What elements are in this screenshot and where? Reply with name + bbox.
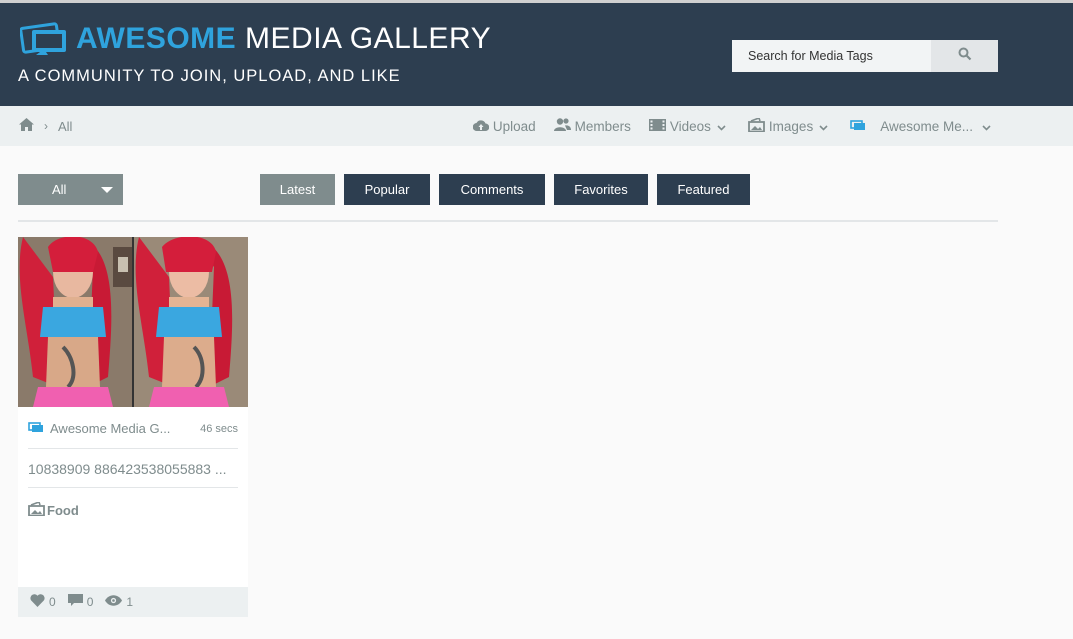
menu-item-label: Videos — [669, 118, 711, 134]
menu-item-label: Upload — [492, 118, 536, 134]
menu-item-images[interactable]: Images — [748, 116, 832, 135]
image-icon — [28, 500, 45, 519]
likes-stat[interactable]: 0 — [30, 594, 56, 610]
breadcrumb: › All — [19, 118, 72, 134]
nav-bar: › All Upload Members Videos Images Aweso… — [0, 106, 1073, 146]
site-tagline: A COMMUNITY TO JOIN, UPLOAD, AND LIKE — [18, 67, 401, 85]
chevron-down-icon — [717, 119, 730, 134]
views-count: 1 — [126, 595, 134, 609]
tab-popular[interactable]: Popular — [344, 174, 430, 205]
search-form — [732, 40, 998, 72]
logo-text: AWESOME MEDIA GALLERY — [76, 22, 491, 56]
author-name[interactable]: Awesome Media G... — [50, 421, 180, 436]
upload-age: 46 secs — [200, 422, 238, 435]
logo-icon — [850, 119, 870, 134]
site-logo[interactable]: AWESOME MEDIA GALLERY — [19, 21, 491, 57]
category-dropdown[interactable]: All — [18, 174, 123, 205]
users-icon — [553, 118, 575, 134]
image-icon — [748, 116, 769, 135]
thumbnail-photo-left — [18, 237, 132, 407]
author-avatar-icon[interactable] — [28, 420, 44, 438]
menu-item-user[interactable]: Awesome Me... — [850, 119, 995, 134]
tab-favorites[interactable]: Favorites — [554, 174, 648, 205]
comments-count: 0 — [86, 595, 94, 609]
home-icon[interactable] — [19, 118, 34, 134]
logo-word-awesome: AWESOME — [76, 22, 237, 55]
film-icon — [648, 118, 670, 134]
search-icon — [958, 47, 972, 66]
media-meta: Awesome Media G... 46 secs — [28, 419, 238, 449]
category-label: Food — [47, 503, 79, 518]
media-category[interactable]: Food — [28, 500, 79, 519]
menu-item-members[interactable]: Members — [553, 118, 631, 134]
tab-latest[interactable]: Latest — [260, 174, 335, 205]
breadcrumb-chevron-icon: › — [44, 119, 48, 133]
menu-item-upload[interactable]: Upload — [472, 118, 536, 134]
eye-icon — [105, 595, 126, 609]
chevron-down-icon — [982, 119, 995, 134]
comments-stat[interactable]: 0 — [67, 594, 94, 610]
tab-comments[interactable]: Comments — [439, 174, 545, 205]
gallery-logo-icon — [19, 21, 70, 57]
sort-tabs: Latest Popular Comments Favorites Featur… — [260, 174, 759, 205]
menu-item-videos[interactable]: Videos — [648, 118, 730, 134]
filter-bar: All Latest Popular Comments Favorites Fe… — [18, 174, 998, 222]
cloud-upload-icon — [472, 119, 493, 134]
media-stats: 0 0 1 — [18, 587, 248, 617]
caret-down-icon — [101, 187, 113, 193]
breadcrumb-current: All — [58, 118, 73, 134]
menu-item-label: Awesome Me... — [880, 118, 973, 134]
search-input[interactable] — [732, 40, 931, 72]
menu-item-label: Images — [768, 118, 814, 134]
dropdown-value: All — [52, 182, 67, 197]
views-stat: 1 — [105, 595, 133, 609]
site-header: AWESOME MEDIA GALLERY A COMMUNITY TO JOI… — [0, 3, 1073, 106]
main-menu: Upload Members Videos Images Awesome Me.… — [455, 106, 995, 146]
chevron-down-icon — [819, 119, 832, 134]
thumbnail-photo-right — [134, 237, 248, 407]
tab-featured[interactable]: Featured — [657, 174, 750, 205]
media-title[interactable]: 10838909 886423538055883 ... — [28, 461, 238, 488]
heart-icon — [30, 594, 49, 610]
media-card: Awesome Media G... 46 secs 10838909 8864… — [18, 237, 248, 617]
media-thumbnail[interactable] — [18, 237, 248, 407]
logo-word-media-gallery: MEDIA GALLERY — [245, 22, 492, 55]
comment-icon — [67, 594, 87, 610]
search-button[interactable] — [931, 40, 998, 72]
likes-count: 0 — [49, 595, 56, 609]
menu-item-label: Members — [574, 118, 631, 134]
